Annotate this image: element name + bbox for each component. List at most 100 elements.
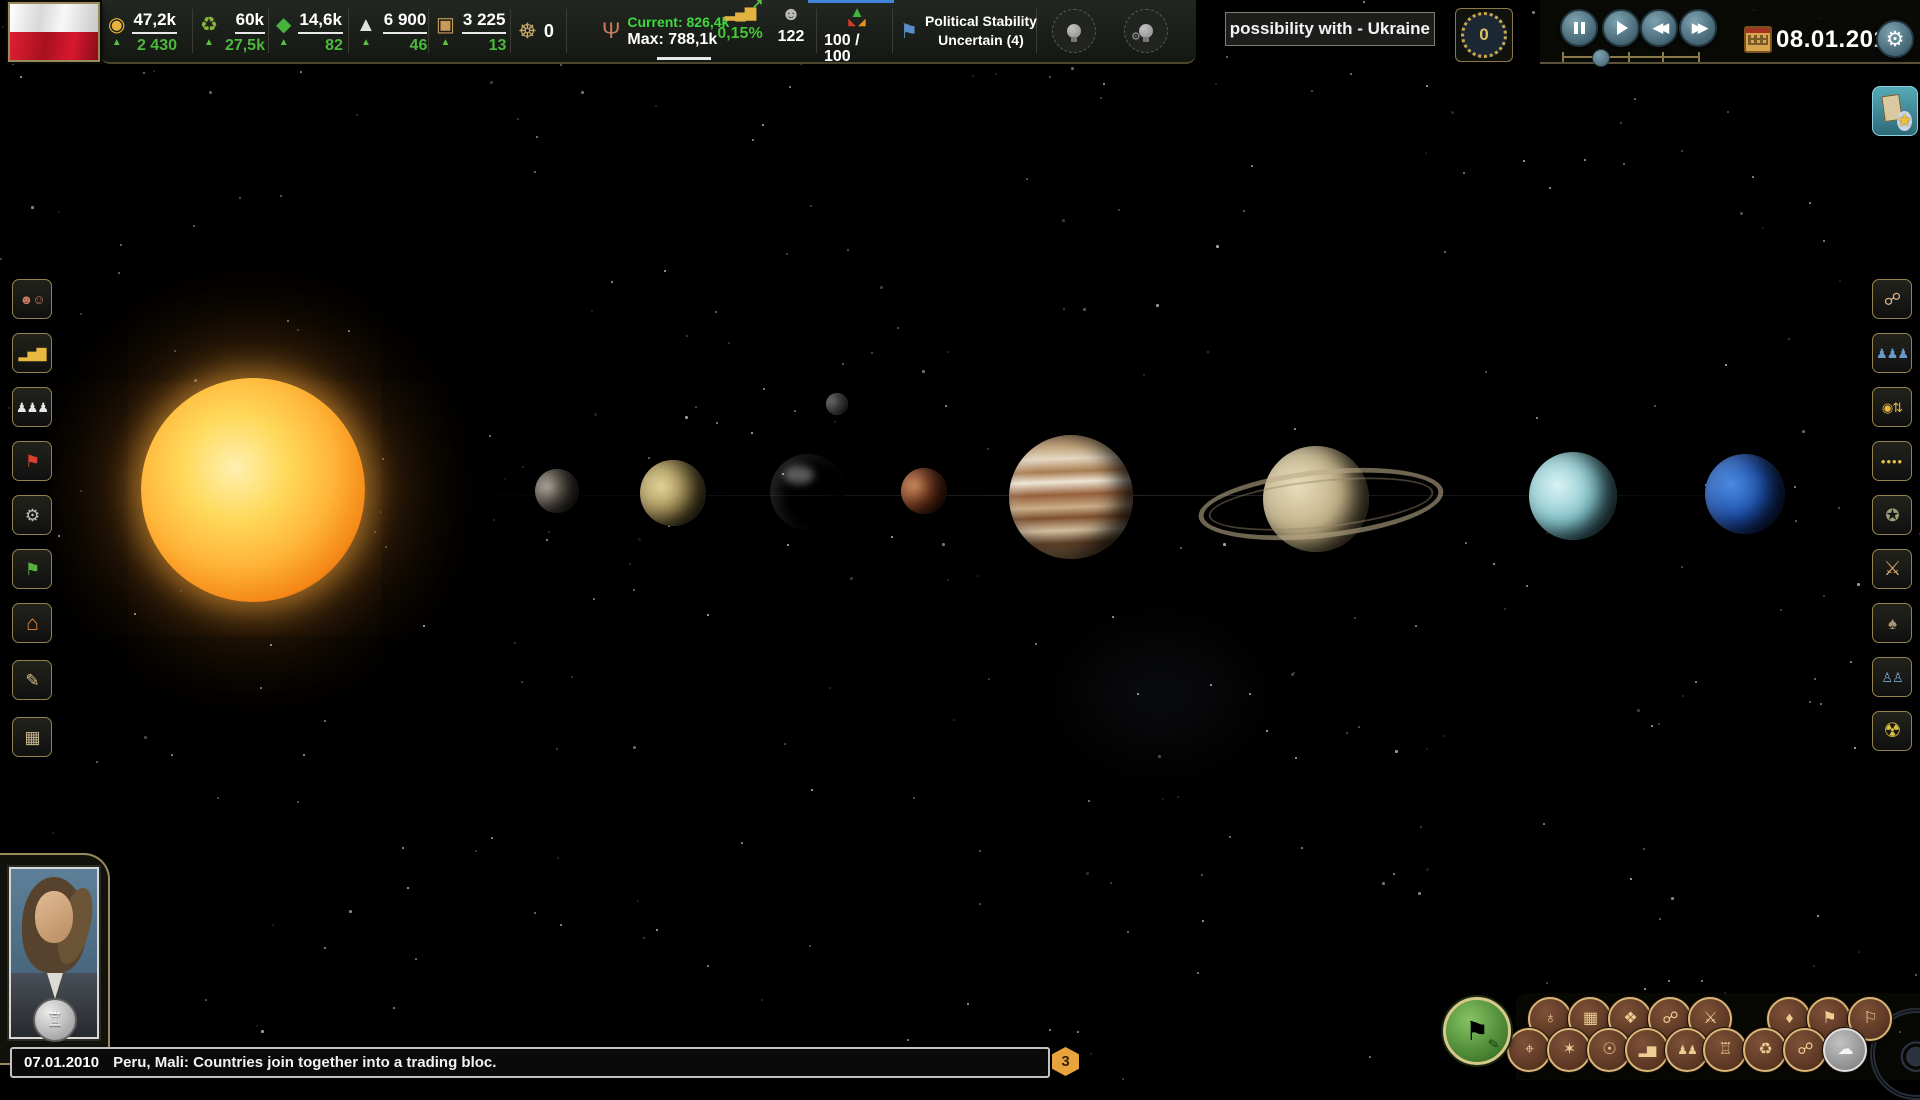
tri-arrow-icon: ▲ ◣◢ — [848, 5, 865, 28]
goods-value: 3 225 — [462, 9, 507, 34]
people-group-icon: ♟♟♟ — [16, 401, 48, 414]
divider — [268, 9, 269, 53]
sidebar-research-button[interactable]: ⚙ — [12, 495, 52, 535]
news-ticker-bar[interactable]: 07.01.2010 Peru, Mali: Countries join to… — [10, 1047, 1050, 1078]
coins-icon: ◉ — [108, 15, 125, 35]
alert-count-badge: 0 — [1461, 12, 1507, 58]
slider-tick — [1628, 52, 1630, 62]
mapmode-government-button[interactable]: ♖ — [1703, 1028, 1747, 1072]
handshake-round-icon: ☍ — [1662, 1011, 1677, 1027]
sidebar-diplomacy-button[interactable]: ☍ — [1872, 279, 1912, 319]
speed-down-button[interactable]: ◀◀ — [1640, 9, 1678, 47]
sidebar-objectives-button[interactable]: ⚑ — [12, 441, 52, 481]
trend-up-icon: ▲ — [112, 38, 122, 48]
sidebar-laws-button[interactable]: ✎ — [12, 660, 52, 700]
sidebar-elections-button[interactable]: ♙♙ — [1872, 657, 1912, 697]
pause-icon — [1574, 22, 1585, 34]
notification-text: ar possibility with - Ukraine — [1225, 19, 1434, 39]
missions-button[interactable]: ★ — [1872, 86, 1918, 136]
sidebar-government-button[interactable]: ☻☺ — [12, 279, 52, 319]
podium-people-icon: ♙♙ — [1881, 671, 1902, 684]
planet-venus — [640, 460, 706, 526]
sidebar-economy-button[interactable]: ▂▅▇ — [12, 333, 52, 373]
planet-neptune — [1705, 454, 1785, 534]
speed-up-button[interactable]: ▶▶ — [1679, 9, 1717, 47]
mapmode-military-button[interactable]: ✶ — [1547, 1028, 1591, 1072]
planet-uranus — [1529, 452, 1617, 540]
mapmode-turns-button[interactable]: ♻ — [1743, 1028, 1787, 1072]
sidebar-focus-button[interactable]: ⚑ — [12, 549, 52, 589]
fast-forward-icon: ▶▶ — [1692, 20, 1704, 36]
sidebar-nuclear-button[interactable]: ☢ — [1872, 711, 1912, 751]
economy-chart-icon: ▂▅▇ — [19, 347, 46, 360]
sidebar-construction-button[interactable]: ⌂ — [12, 603, 52, 643]
idea-gear-button[interactable]: ⚙ — [1124, 9, 1168, 53]
slider-tick — [1698, 52, 1700, 62]
growth-block: ▂▄▆↗ 0,15% — [714, 5, 766, 42]
flag-white-stripe — [10, 4, 98, 32]
hand-flag-icon: ⚑ — [1822, 1011, 1835, 1027]
population-block: Ψ Current: 826,4k Max: 788,1k — [602, 5, 729, 57]
trend-up-icon: ▲ — [441, 38, 451, 48]
government-building-badge[interactable]: ♖ — [33, 998, 77, 1042]
speed-slider[interactable] — [1562, 52, 1700, 62]
settings-button[interactable]: ⚙ — [1876, 20, 1914, 58]
slider-knob[interactable] — [1592, 49, 1610, 67]
energy-value: 14,6k — [298, 9, 343, 34]
house-icon: ⌂ — [26, 613, 38, 634]
sidebar-intelligence-button[interactable]: ♠ — [1872, 603, 1912, 643]
divider — [892, 9, 893, 53]
four-dots-icon: •••• — [1881, 455, 1903, 468]
resource-navy: ☸ 0 — [518, 5, 554, 57]
resource-energy: ◆▲ 14,6k82 — [276, 5, 343, 57]
head-icon: ☻ — [781, 5, 801, 24]
trend-up-icon: ▲ — [361, 38, 371, 48]
trend-up-icon: ▲ — [204, 38, 214, 48]
trend-up-icon: ▲ — [279, 38, 289, 48]
bank-building-icon: ♖ — [46, 1009, 63, 1032]
planet-moon — [826, 393, 848, 415]
notification-ticker[interactable]: ar possibility with - Ukraine — [1225, 12, 1435, 46]
divider — [192, 9, 193, 53]
sidebar-budget-button[interactable]: ▦ — [12, 717, 52, 757]
play-button[interactable] — [1602, 9, 1640, 47]
manpower-value: 100 / 100 — [824, 33, 890, 65]
gear-icon: ⚙ — [1886, 27, 1905, 52]
research-value: 122 — [778, 29, 805, 45]
portrait-face — [35, 891, 73, 943]
mapmode-weather-button[interactable]: ☁ — [1823, 1028, 1867, 1072]
eye-power-icon: ☉ — [1602, 1042, 1615, 1058]
alert-badge-frame[interactable]: 0 — [1455, 8, 1513, 62]
slider-tick — [1662, 52, 1664, 62]
sidebar-more-button[interactable]: •••• — [1872, 441, 1912, 481]
soldier-icon: ✪ — [1885, 507, 1898, 524]
mapmode-alliances-button[interactable]: ☍ — [1783, 1028, 1827, 1072]
government-people-icon: ☻☺ — [20, 293, 45, 306]
chart-up-icon: ▂▄▆↗ — [725, 5, 756, 21]
bar-chart-icon: ▂▆ — [1639, 1044, 1655, 1056]
sidebar-trade-button[interactable]: ◉⇅ — [1872, 387, 1912, 427]
research-block: ☻ 122 — [770, 5, 812, 45]
sidebar-demographics-button[interactable]: ♟♟♟ — [12, 387, 52, 427]
ship-helm-icon: ☸ — [518, 19, 537, 44]
globe-icon: ♁ — [1545, 1011, 1556, 1027]
mapmode-regions-button[interactable]: ⌖ — [1507, 1028, 1551, 1072]
chip-icon: ▦ — [1583, 1011, 1597, 1027]
stability-value: Uncertain (4) — [938, 31, 1024, 50]
sidebar-military-button[interactable]: ✪ — [1872, 495, 1912, 535]
sidebar-organizations-button[interactable]: ♟♟♟ — [1872, 333, 1912, 373]
sidebar-wars-button[interactable]: ⚔ — [1872, 549, 1912, 589]
lightbulb-gear-icon: ⚙ — [1139, 24, 1153, 38]
navy-value: 0 — [544, 21, 554, 42]
stability-label: Political Stability — [925, 12, 1037, 31]
country-flag-poland[interactable] — [8, 2, 100, 62]
idea-button[interactable] — [1052, 9, 1096, 53]
flag-brush-icon: ⚑ — [1465, 1016, 1488, 1047]
planet-sun — [141, 378, 365, 602]
pause-button[interactable] — [1560, 9, 1598, 47]
recycle-icon: ♻ — [200, 15, 218, 35]
mapmode-statistics-button[interactable]: ▂▆ — [1625, 1028, 1669, 1072]
planet-earth — [770, 454, 846, 530]
spy-icon: ♠ — [1888, 615, 1896, 632]
map-paint-button[interactable]: ⚑ ✎ — [1443, 997, 1511, 1065]
